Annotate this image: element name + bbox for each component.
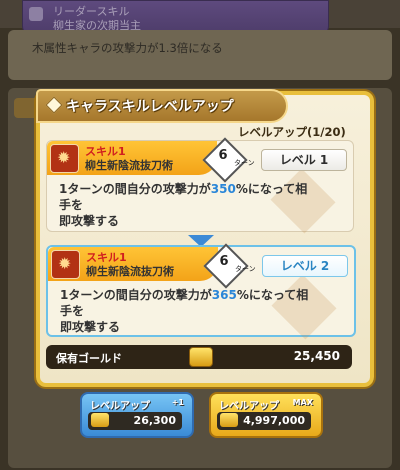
skill-name: 柳生新陰流抜刀術 (86, 265, 174, 278)
skill-flame-icon: ✹ (50, 144, 79, 173)
next-skill-card: ✹ スキル1 柳生新陰流抜刀術 6 ターン レベル 2 1ターンの間自分の攻撃力… (46, 243, 356, 340)
desc-text-line2: 即攻撃する (60, 320, 121, 334)
button-title: レベルアップ (219, 401, 279, 412)
modal-header: キャラスキルレベルアップ (36, 89, 288, 123)
skill-flame-icon: ✹ (51, 250, 80, 279)
current-level-pill: レベル 1 (261, 149, 347, 171)
modal-title: キャラスキルレベルアップ (66, 99, 234, 115)
diamond-icon (45, 96, 63, 114)
levelup-max-button[interactable]: レベルアップ MAX 4,997,000 (209, 392, 323, 438)
button-cost-box: 4,997,000 (217, 412, 311, 430)
gold-coin-icon (91, 413, 109, 427)
button-tag: MAX (292, 398, 313, 407)
owned-gold-value: 25,450 (293, 349, 340, 363)
levelup-plus1-button[interactable]: レベルアップ +1 26,300 (80, 392, 194, 438)
button-cost-box: 26,300 (88, 412, 182, 430)
desc-value: 350 (210, 182, 236, 196)
button-title: レベルアップ (90, 401, 150, 412)
gold-coin-icon (220, 413, 238, 427)
turn-unit: ターン (235, 265, 256, 273)
desc-text: 1ターンの間自分の攻撃力が (59, 182, 211, 196)
turn-unit: ターン (234, 159, 255, 167)
gem-icon (29, 7, 43, 21)
turn-count: 6 (218, 148, 228, 163)
owned-gold-label: 保有ゴールド (56, 352, 122, 365)
levelup-progress: レベルアップ(1/20) (238, 125, 346, 139)
desc-text-line2: 即攻撃する (59, 214, 120, 228)
gold-coin-icon (189, 347, 213, 367)
current-skill-card: ✹ スキル1 柳生新陰流抜刀術 6 ターン レベル 1 1ターンの間自分の攻撃力… (46, 137, 354, 234)
next-level-pill: レベル 2 (262, 255, 348, 277)
owned-gold-row: 保有ゴールド 25,450 (46, 345, 352, 369)
skill-name: 柳生新陰流抜刀術 (85, 159, 173, 172)
button-cost: 4,997,000 (243, 414, 305, 427)
turn-count: 6 (219, 254, 229, 269)
skill-header: ✹ スキル1 柳生新陰流抜刀術 (47, 141, 217, 175)
leader-skill-panel: 木属性キャラの攻撃力が1.3倍になる (8, 30, 392, 80)
desc-value: 365 (211, 288, 237, 302)
skill-description: 1ターンの間自分の攻撃力が365%になって相手を 即攻撃する (60, 287, 310, 335)
button-tag: +1 (171, 398, 184, 407)
button-cost: 26,300 (133, 414, 176, 427)
skill-description: 1ターンの間自分の攻撃力が350%になって相手を 即攻撃する (59, 181, 309, 229)
desc-text: 1ターンの間自分の攻撃力が (60, 288, 212, 302)
skill-header: ✹ スキル1 柳生新陰流抜刀術 (48, 247, 218, 281)
leader-skill-description: 木属性キャラの攻撃力が1.3倍になる (32, 41, 223, 55)
